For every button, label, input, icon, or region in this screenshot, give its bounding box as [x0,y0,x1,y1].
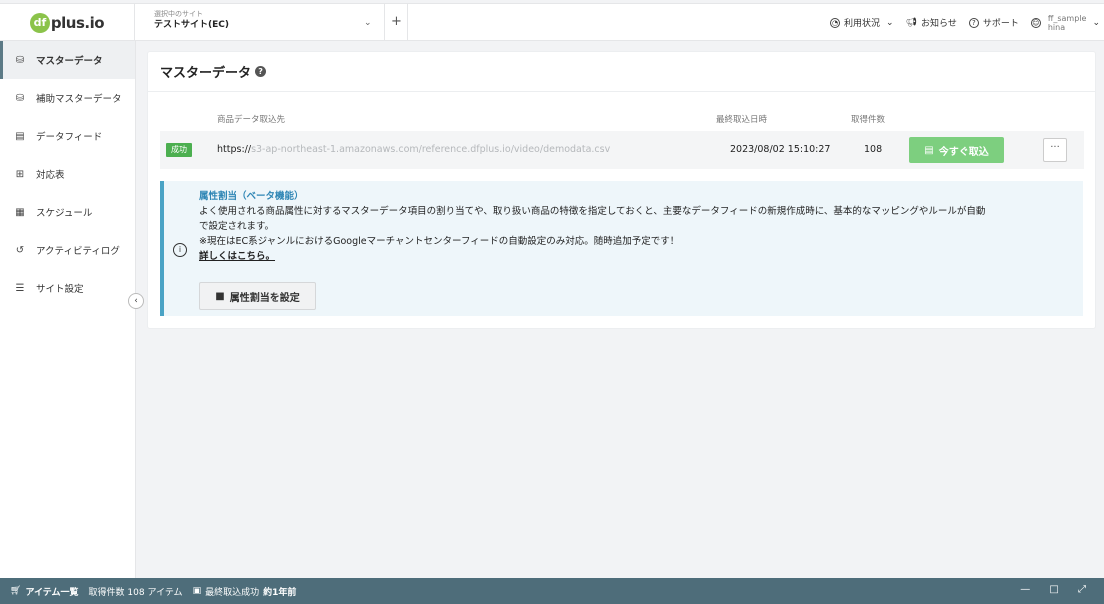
sidebar-item-label: 補助マスターデータ [36,94,122,105]
column-header-last-import: 最終取込日時 [716,115,768,125]
column-header-source: 商品データ取込先 [217,115,286,125]
logo-text: plus.io [50,13,105,32]
item-list-bar[interactable]: 🛒︎ アイテム一覧 取得件数 108 アイテム ▣ 最終取込成功 約1年前 — … [0,578,1104,604]
set-attribute-button[interactable]: ■ 属性割当を設定 [199,282,316,310]
window-controls[interactable]: — □ ⤢ [1020,584,1094,595]
details-link[interactable]: 詳しくはこちら。 [199,249,1079,264]
sidebar-item-label: マスターデータ [36,56,103,67]
chevron-down-icon: ⌄ [1092,17,1100,28]
usage-menu[interactable]: ◔ 利用状況 ⌄ [830,16,894,29]
user-name: ff_sample [1047,13,1087,23]
database-plus-icon: ⛁ [15,92,25,104]
item-list-label: アイテム一覧 [25,587,79,598]
set-attribute-label: 属性割当を設定 [229,292,300,304]
top-header: df plus.io 選択中のサイト テストサイト(EC) ⌄ + ◔ 利用状況… [0,3,1104,41]
user-info: ff_sample hina [1048,14,1087,32]
notice-link[interactable]: 📢︎ お知らせ [905,16,957,30]
sidebar-item-label: データフィード [36,132,103,143]
info-icon: i [173,243,187,257]
attribute-info-box: i 属性割当（ベータ機能） よく使用される商品属性に対するマスターデータ項目の割… [160,181,1083,316]
cart-icon: 🛒︎ [10,586,22,596]
folder-icon: ■ [215,290,225,302]
last-success-label: 最終取込成功 [205,587,260,598]
more-options-button[interactable]: ··· [1043,138,1067,162]
import-count: 108 [864,144,883,155]
import-now-label: 今すぐ取込 [938,146,989,158]
sidebar-item-label: サイト設定 [36,284,84,295]
notice-label: お知らせ [921,19,957,29]
info-line: よく使用される商品属性に対するマスターデータ項目の割り当てや、取り扱い商品の特徴… [199,206,986,217]
add-site-button[interactable]: + [386,4,408,41]
question-icon: ? [968,17,979,28]
page-title-text: マスターデータ [160,66,252,81]
history-icon: ↺ [15,244,25,256]
info-line: ※現在はEC系ジャンルにおけるGoogleマーチャントセンターフィードの自動設定… [199,236,680,247]
page-title: マスターデータ ? [148,52,1095,92]
item-count: 取得件数 108 アイテム [88,587,183,598]
column-header-count: 取得件数 [851,115,886,125]
last-import-date: 2023/08/02 15:10:27 [730,144,831,155]
usage-label: 利用状況 [844,19,881,29]
sidebar: ⛁ マスターデータ ⛁ 補助マスターデータ ▤ データフィード ⊞ 対応表 ▦ … [0,41,136,578]
import-now-button[interactable]: ▤ 今すぐ取込 [909,137,1004,163]
sidebar-item-activity-log[interactable]: ↺ アクティビティログ [0,231,135,269]
info-line: で設定されます。 [199,221,275,232]
last-success: ▣ 最終取込成功 約1年前 [193,585,297,598]
logo[interactable]: df plus.io [0,4,135,41]
source-url: https://s3-ap-northeast-1.amazonaws.com/… [217,144,610,155]
file-icon: ▤ [924,144,934,156]
info-body: 属性割当（ベータ機能） よく使用される商品属性に対するマスターデータ項目の割り当… [199,189,1079,264]
sidebar-item-label: 対応表 [36,170,65,181]
sidebar-item-site-settings[interactable]: ☰ サイト設定 [0,269,135,307]
master-data-panel: マスターデータ ? 商品データ取込先 最終取込日時 取得件数 成功 https:… [148,52,1095,328]
calendar-icon: ▦ [15,206,25,218]
sliders-icon: ☰ [15,282,25,294]
support-link[interactable]: ? サポート [968,16,1019,29]
sidebar-collapse-button[interactable]: ‹ [128,293,144,309]
sidebar-item-mapping-table[interactable]: ⊞ 対応表 [0,155,135,193]
sidebar-item-schedule[interactable]: ▦ スケジュール [0,193,135,231]
user-menu[interactable]: ☺ ff_sample hina ⌄ [1030,14,1100,32]
url-prefix: https:// [217,144,252,155]
item-list-title: 🛒︎ アイテム一覧 [10,585,79,598]
database-icon: ⛁ [15,54,25,66]
site-caption: 選択中のサイト [154,10,203,18]
site-name: テストサイト(EC) [154,20,229,30]
user-sub: hina [1047,22,1066,32]
megaphone-icon: 📢︎ [905,17,917,28]
file-icon: ▤ [15,130,25,142]
calendar-icon: ▣ [192,586,202,596]
sidebar-item-sub-master-data[interactable]: ⛁ 補助マスターデータ [0,79,135,117]
header-right: ◔ 利用状況 ⌄ 📢︎ お知らせ ? サポート ☺ ff_sample hina… [830,4,1104,41]
info-title: 属性割当（ベータ機能） [199,191,304,202]
user-icon: ☺ [1030,17,1041,28]
gauge-icon: ◔ [830,17,840,28]
support-label: サポート [982,19,1019,29]
last-success-value: 約1年前 [263,587,297,598]
site-selector[interactable]: 選択中のサイト テストサイト(EC) ⌄ [136,4,385,41]
url-rest: s3-ap-northeast-1.amazonaws.com/referenc… [251,144,611,155]
table-row: 成功 https://s3-ap-northeast-1.amazonaws.c… [160,131,1084,169]
sidebar-item-data-feed[interactable]: ▤ データフィード [0,117,135,155]
status-badge: 成功 [166,143,192,157]
logo-mark: df [29,12,50,33]
table-icon: ⊞ [15,168,25,180]
sidebar-item-label: スケジュール [36,208,93,219]
sidebar-item-label: アクティビティログ [36,246,120,257]
help-icon[interactable]: ? [255,66,267,77]
chevron-down-icon: ⌄ [364,18,372,28]
sidebar-item-master-data[interactable]: ⛁ マスターデータ [0,41,135,79]
chevron-down-icon: ⌄ [886,17,894,28]
